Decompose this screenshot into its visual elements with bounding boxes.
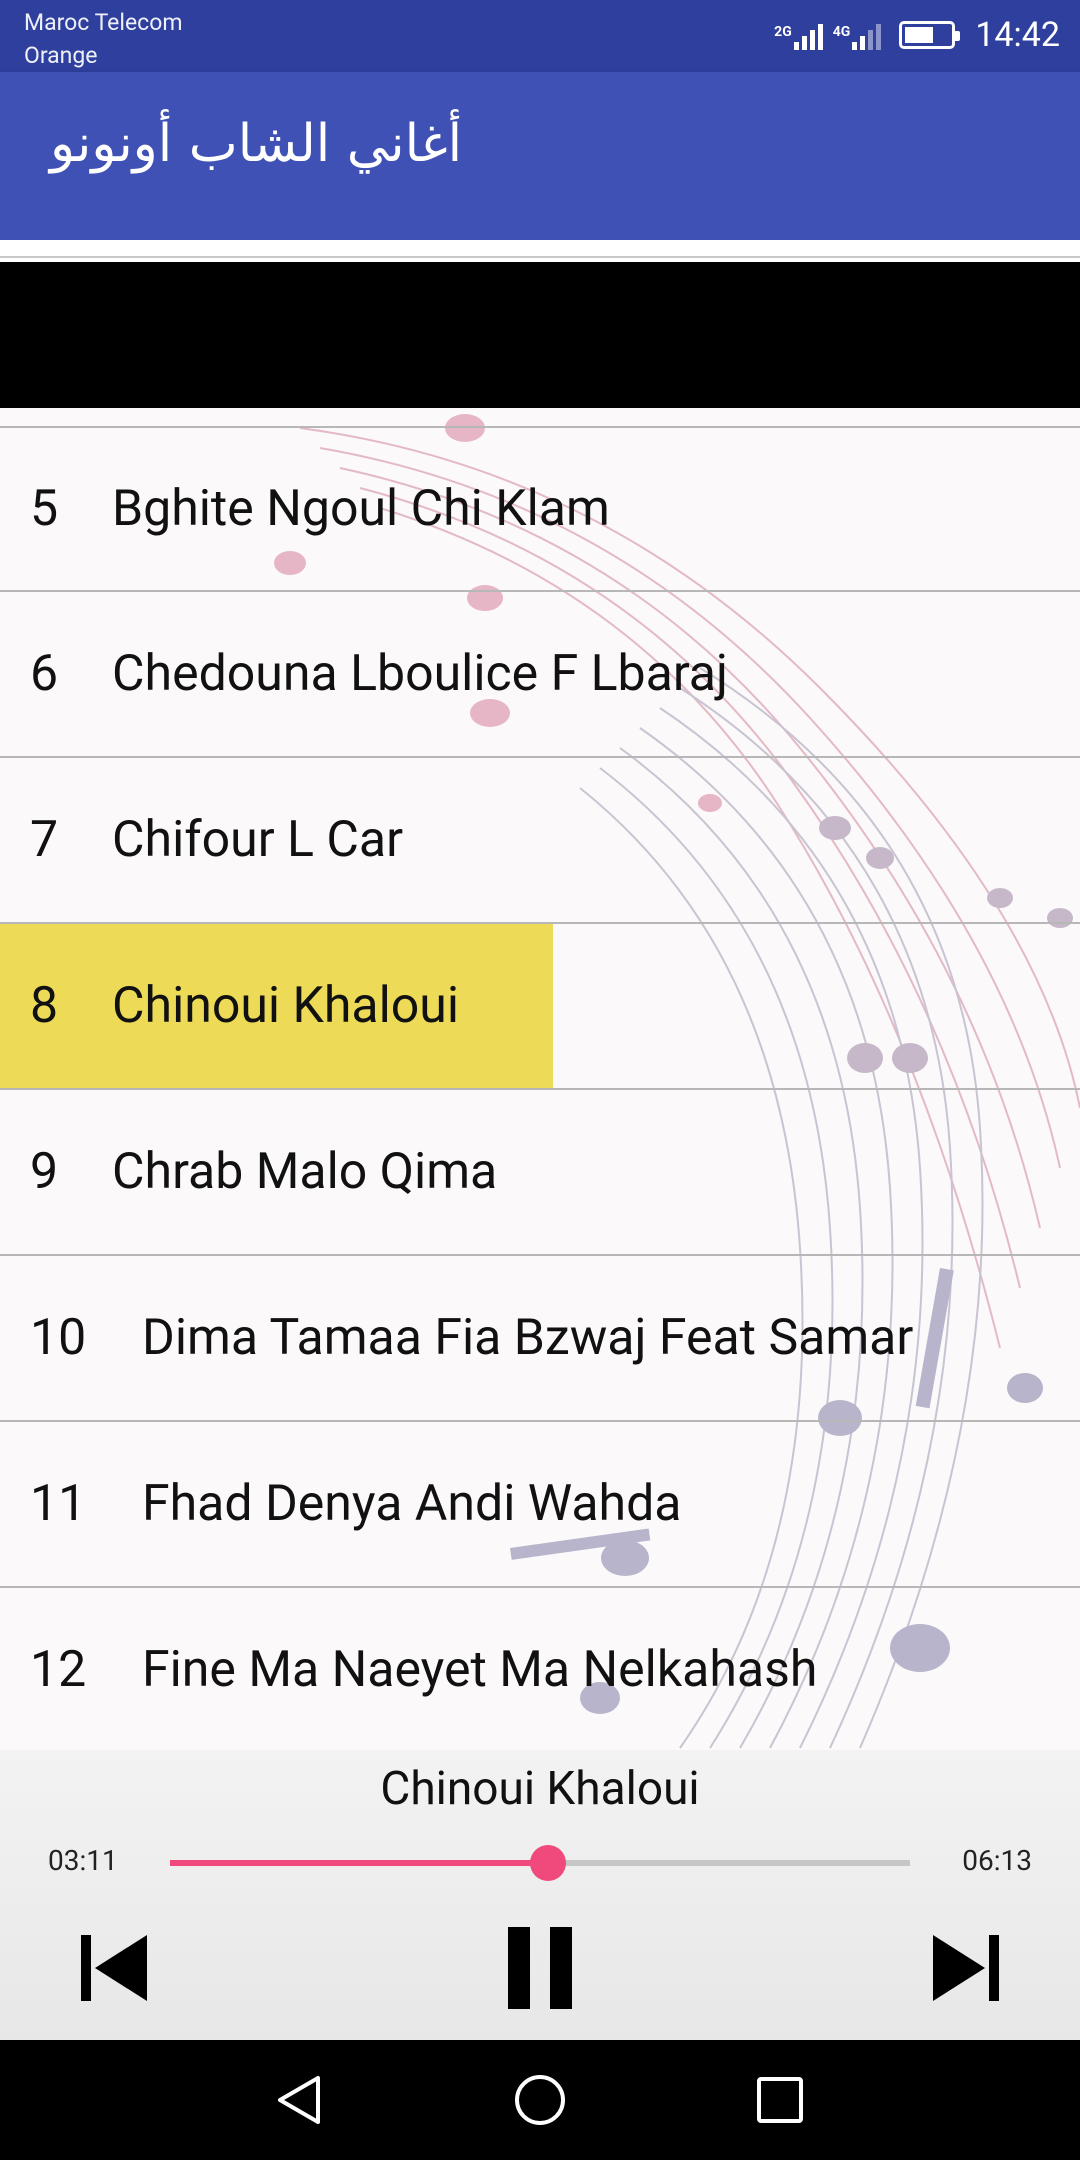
app-title: أغاني الشاب أونونو	[50, 114, 463, 174]
current-time: 03:11	[48, 1844, 118, 1877]
skip-next-icon	[933, 1935, 999, 2001]
nav-back-button[interactable]	[260, 2060, 340, 2140]
next-button[interactable]	[915, 1918, 1015, 2018]
seek-progress	[170, 1860, 549, 1866]
song-number: 9	[30, 1143, 59, 1201]
battery-icon	[899, 21, 961, 49]
system-nav-bar	[0, 2040, 1080, 2160]
song-number: 10	[30, 1309, 87, 1367]
song-list-item[interactable]: 12 Fine Ma Naeyet Ma Nelkahash	[0, 1588, 1080, 1750]
song-number: 5	[30, 480, 59, 538]
song-title: Chedouna Lboulice F Lbaraj	[112, 645, 728, 703]
song-title: Bghite Ngoul Chi Klam	[112, 480, 610, 538]
carrier-name-primary: Maroc Telecom	[24, 9, 183, 36]
song-list: 5 Bghite Ngoul Chi Klam 6 Chedouna Lboul…	[0, 426, 1080, 1750]
signal-bars-icon	[852, 20, 882, 50]
song-title: Chrab Malo Qima	[112, 1143, 498, 1201]
song-title: Fhad Denya Andi Wahda	[142, 1475, 682, 1533]
song-list-item-selected[interactable]: 8 Chinoui Khaloui	[0, 924, 1080, 1090]
song-list-item[interactable]: 7 Chifour L Car	[0, 758, 1080, 924]
song-number: 11	[30, 1475, 87, 1533]
status-bar: Maroc Telecom Orange 2G 4G 14:42	[0, 0, 1080, 72]
song-number: 6	[30, 645, 59, 703]
song-title: Chifour L Car	[112, 811, 404, 869]
seek-thumb[interactable]	[530, 1845, 567, 1881]
network-type-label: 2G	[774, 24, 792, 40]
song-list-item[interactable]: 10 Dima Tamaa Fia Bzwaj Feat Samar	[0, 1256, 1080, 1422]
song-list-item[interactable]: 6 Chedouna Lboulice F Lbaraj	[0, 592, 1080, 758]
signal-2g: 2G	[774, 20, 823, 50]
nav-home-button[interactable]	[500, 2060, 580, 2140]
status-icons: 2G 4G 14:42	[774, 12, 1060, 58]
pause-icon	[508, 1927, 572, 2009]
now-playing-title: Chinoui Khaloui	[380, 1762, 700, 1816]
network-type-label: 4G	[832, 24, 851, 40]
song-list-container[interactable]: 5 Bghite Ngoul Chi Klam 6 Chedouna Lboul…	[0, 408, 1080, 1750]
signal-4g: 4G	[833, 20, 882, 50]
song-title: Fine Ma Naeyet Ma Nelkahash	[142, 1641, 818, 1699]
seek-bar[interactable]	[170, 1845, 910, 1881]
song-list-item[interactable]: 5 Bghite Ngoul Chi Klam	[0, 426, 1080, 592]
media-player: Chinoui Khaloui 03:11 06:13	[0, 1750, 1080, 2040]
status-clock: 14:42	[975, 15, 1060, 55]
nav-recents-button[interactable]	[740, 2060, 820, 2140]
song-number: 7	[30, 811, 59, 869]
duration-time: 06:13	[962, 1844, 1032, 1877]
song-number: 12	[30, 1641, 87, 1699]
song-list-item[interactable]: 9 Chrab Malo Qima	[0, 1090, 1080, 1256]
carrier-info: Maroc Telecom Orange	[24, 6, 183, 72]
app-bar: أغاني الشاب أونونو	[0, 72, 1080, 240]
carrier-name-secondary: Orange	[24, 42, 98, 69]
song-list-item[interactable]: 11 Fhad Denya Andi Wahda	[0, 1422, 1080, 1588]
ad-banner[interactable]	[0, 262, 1080, 408]
previous-button[interactable]	[65, 1918, 165, 2018]
back-triangle-icon	[278, 2076, 320, 2124]
recents-square-icon	[757, 2077, 803, 2123]
skip-previous-icon	[81, 1935, 147, 2001]
pause-button[interactable]	[490, 1918, 590, 2018]
song-number: 8	[30, 977, 59, 1035]
song-title: Chinoui Khaloui	[112, 977, 459, 1035]
signal-bars-icon	[793, 20, 823, 50]
home-circle-icon	[515, 2075, 565, 2125]
ad-divider	[0, 240, 1080, 262]
song-title: Dima Tamaa Fia Bzwaj Feat Samar	[142, 1309, 914, 1367]
